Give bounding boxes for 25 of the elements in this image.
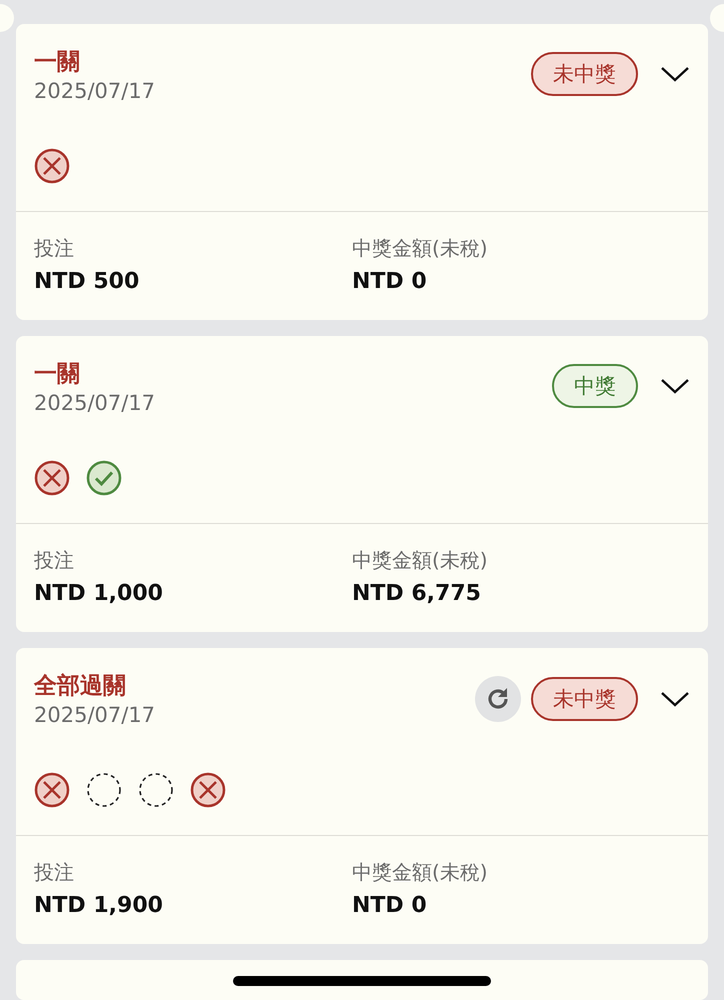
status-badge: 未中獎 <box>531 677 638 721</box>
payout-label: 中獎金額(未稅) <box>352 235 489 262</box>
payout-amount: NTD 0 <box>352 892 428 920</box>
payout-amount: NTD 6,775 <box>352 580 482 608</box>
payout-label: 中獎金額(未稅) <box>352 859 489 886</box>
payout-amount: NTD 0 <box>352 268 428 296</box>
bet-date: 2025/07/17 <box>34 390 156 417</box>
chevron-down-icon[interactable] <box>660 690 690 708</box>
status-badge: 中獎 <box>552 364 638 408</box>
bet-title: 一關 <box>34 360 81 388</box>
payout-label: 中獎金額(未稅) <box>352 547 489 574</box>
bet-date: 2025/07/17 <box>34 78 156 105</box>
bet-date: 2025/07/17 <box>34 702 156 729</box>
stake-label: 投注 <box>34 859 75 886</box>
stake-amount: NTD 1,900 <box>34 892 164 920</box>
stake-label: 投注 <box>34 235 75 262</box>
bet-title: 一關 <box>34 48 81 76</box>
stake-amount: NTD 1,000 <box>34 580 164 608</box>
chevron-down-icon[interactable] <box>660 377 690 395</box>
chevron-down-icon[interactable] <box>660 65 690 83</box>
stake-label: 投注 <box>34 547 75 574</box>
stake-amount: NTD 500 <box>34 268 140 296</box>
status-badge: 未中獎 <box>531 52 638 96</box>
bet-title: 全部過關 <box>34 672 127 700</box>
refresh-button[interactable] <box>475 676 521 722</box>
